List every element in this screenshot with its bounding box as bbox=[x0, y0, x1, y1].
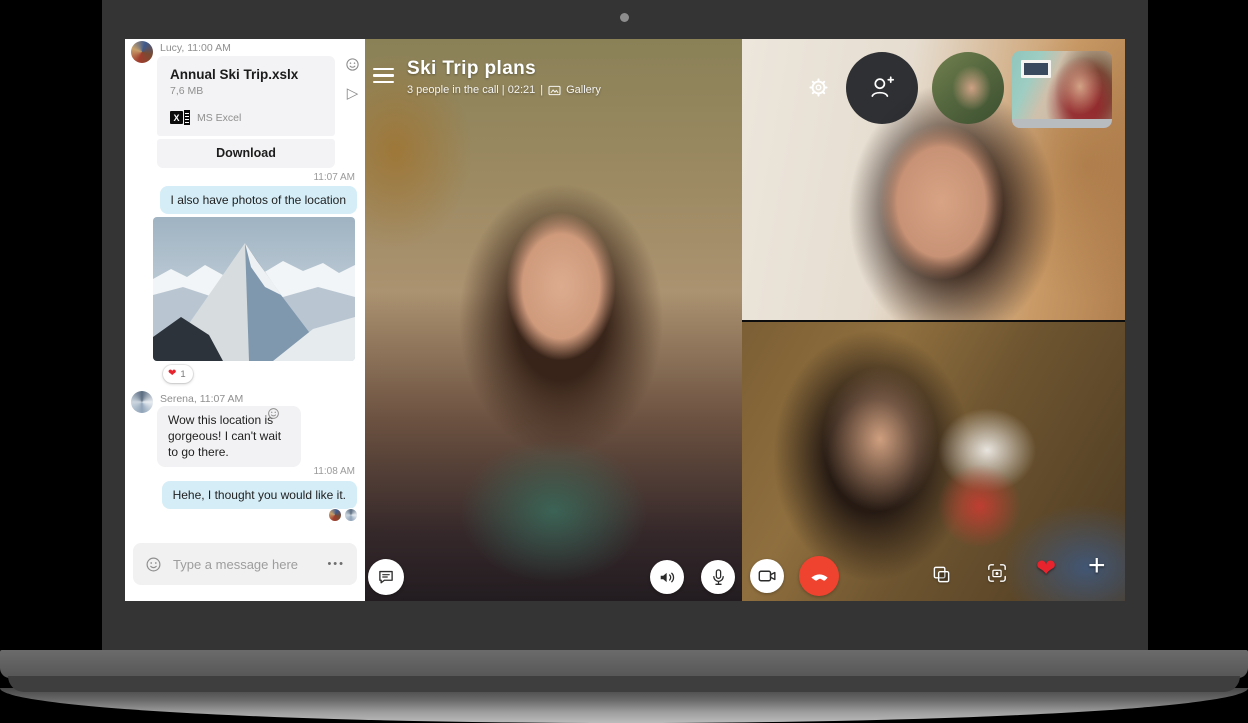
end-call-phone-icon bbox=[808, 565, 831, 588]
add-more-button[interactable]: + bbox=[1088, 551, 1106, 581]
microphone-icon bbox=[710, 568, 727, 587]
laptop-base-hinge bbox=[8, 676, 1240, 692]
file-app-label: MS Excel bbox=[197, 112, 241, 124]
video-camera-icon bbox=[758, 569, 777, 583]
timestamp: 11:08 AM bbox=[313, 466, 355, 477]
call-meta: 3 people in the call | 02:21 | Gallery bbox=[407, 84, 601, 96]
message-sender-timestamp: Lucy, 11:00 AM bbox=[160, 42, 231, 54]
message-input-bar: ••• bbox=[133, 543, 357, 585]
participant-thumbnail-circle[interactable] bbox=[932, 52, 1004, 124]
laptop-base-lip bbox=[0, 688, 1248, 723]
skype-app-window: Lucy, 11:00 AM Annual Ski Trip.xslx 7,6 … bbox=[125, 39, 1125, 601]
file-attachment-card: Annual Ski Trip.xslx 7,6 MB X MS Excel D… bbox=[157, 56, 335, 168]
add-reaction-smiley-icon[interactable] bbox=[267, 407, 280, 425]
outgoing-message-bubble: I also have photos of the location bbox=[160, 186, 357, 214]
meta-separator: | bbox=[540, 84, 543, 96]
share-screen-icon[interactable] bbox=[932, 565, 951, 589]
camera-toggle-button[interactable] bbox=[750, 559, 784, 593]
read-receipt-avatar-serena bbox=[345, 509, 357, 521]
picture-frame-decor bbox=[1021, 60, 1051, 78]
message-input[interactable] bbox=[171, 556, 318, 573]
timestamp: 11:07 AM bbox=[313, 172, 355, 183]
microphone-button[interactable] bbox=[701, 560, 735, 594]
shared-photo-mountain[interactable] bbox=[153, 217, 355, 361]
read-receipts bbox=[329, 509, 357, 521]
menu-hamburger-icon[interactable] bbox=[373, 68, 394, 87]
outgoing-message-bubble: Hehe, I thought you would like it. bbox=[162, 481, 357, 509]
self-view-thumbnail[interactable] bbox=[1012, 51, 1112, 128]
add-person-icon bbox=[868, 75, 896, 101]
speaker-button[interactable] bbox=[650, 560, 684, 594]
gallery-icon bbox=[548, 85, 561, 96]
reaction-count: 1 bbox=[180, 369, 185, 380]
emoji-picker-icon[interactable] bbox=[145, 556, 162, 573]
participant-video-bottom bbox=[742, 322, 1125, 601]
main-video-feed: Ski Trip plans 3 people in the call | 02… bbox=[365, 39, 742, 601]
file-size: 7,6 MB bbox=[170, 85, 322, 97]
take-snapshot-icon[interactable] bbox=[987, 563, 1007, 588]
more-options-button[interactable]: ••• bbox=[327, 558, 345, 570]
speaker-icon bbox=[658, 569, 677, 586]
laptop-webcam-dot bbox=[620, 13, 629, 22]
settings-gear-icon[interactable] bbox=[808, 77, 829, 103]
call-participants-duration: 3 people in the call | 02:21 bbox=[407, 84, 535, 96]
chat-bubble-icon bbox=[377, 568, 395, 586]
read-receipt-avatar-lucy bbox=[329, 509, 341, 521]
add-reaction-smiley-icon[interactable] bbox=[345, 57, 360, 77]
toggle-chat-button[interactable] bbox=[368, 559, 404, 595]
ms-excel-icon: X bbox=[170, 110, 190, 125]
message-sender-timestamp: Serena, 11:07 AM bbox=[160, 393, 243, 405]
call-title: Ski Trip plans bbox=[407, 58, 536, 80]
chat-panel: Lucy, 11:00 AM Annual Ski Trip.xslx 7,6 … bbox=[125, 39, 365, 601]
avatar-serena[interactable] bbox=[131, 391, 153, 413]
download-button[interactable]: Download bbox=[157, 139, 335, 168]
forward-message-icon[interactable]: ▷ bbox=[347, 86, 359, 101]
heart-reaction-button[interactable]: ❤ bbox=[1036, 557, 1056, 581]
end-call-button[interactable] bbox=[799, 556, 839, 596]
video-grid-right: ❤ + bbox=[742, 39, 1125, 601]
add-person-button[interactable] bbox=[846, 52, 918, 124]
file-attachment-body[interactable]: Annual Ski Trip.xslx 7,6 MB X MS Excel bbox=[157, 56, 335, 136]
heart-reaction-icon: ❤ bbox=[168, 369, 176, 379]
laptop-base-top bbox=[0, 650, 1248, 678]
avatar-lucy[interactable] bbox=[131, 41, 153, 63]
file-name: Annual Ski Trip.xslx bbox=[170, 67, 322, 82]
desk-edge-decor bbox=[1012, 119, 1112, 128]
gallery-label[interactable]: Gallery bbox=[566, 84, 601, 96]
message-reaction-badge[interactable]: ❤ 1 bbox=[163, 365, 193, 383]
laptop-mockup: Lucy, 11:00 AM Annual Ski Trip.xslx 7,6 … bbox=[0, 0, 1248, 723]
